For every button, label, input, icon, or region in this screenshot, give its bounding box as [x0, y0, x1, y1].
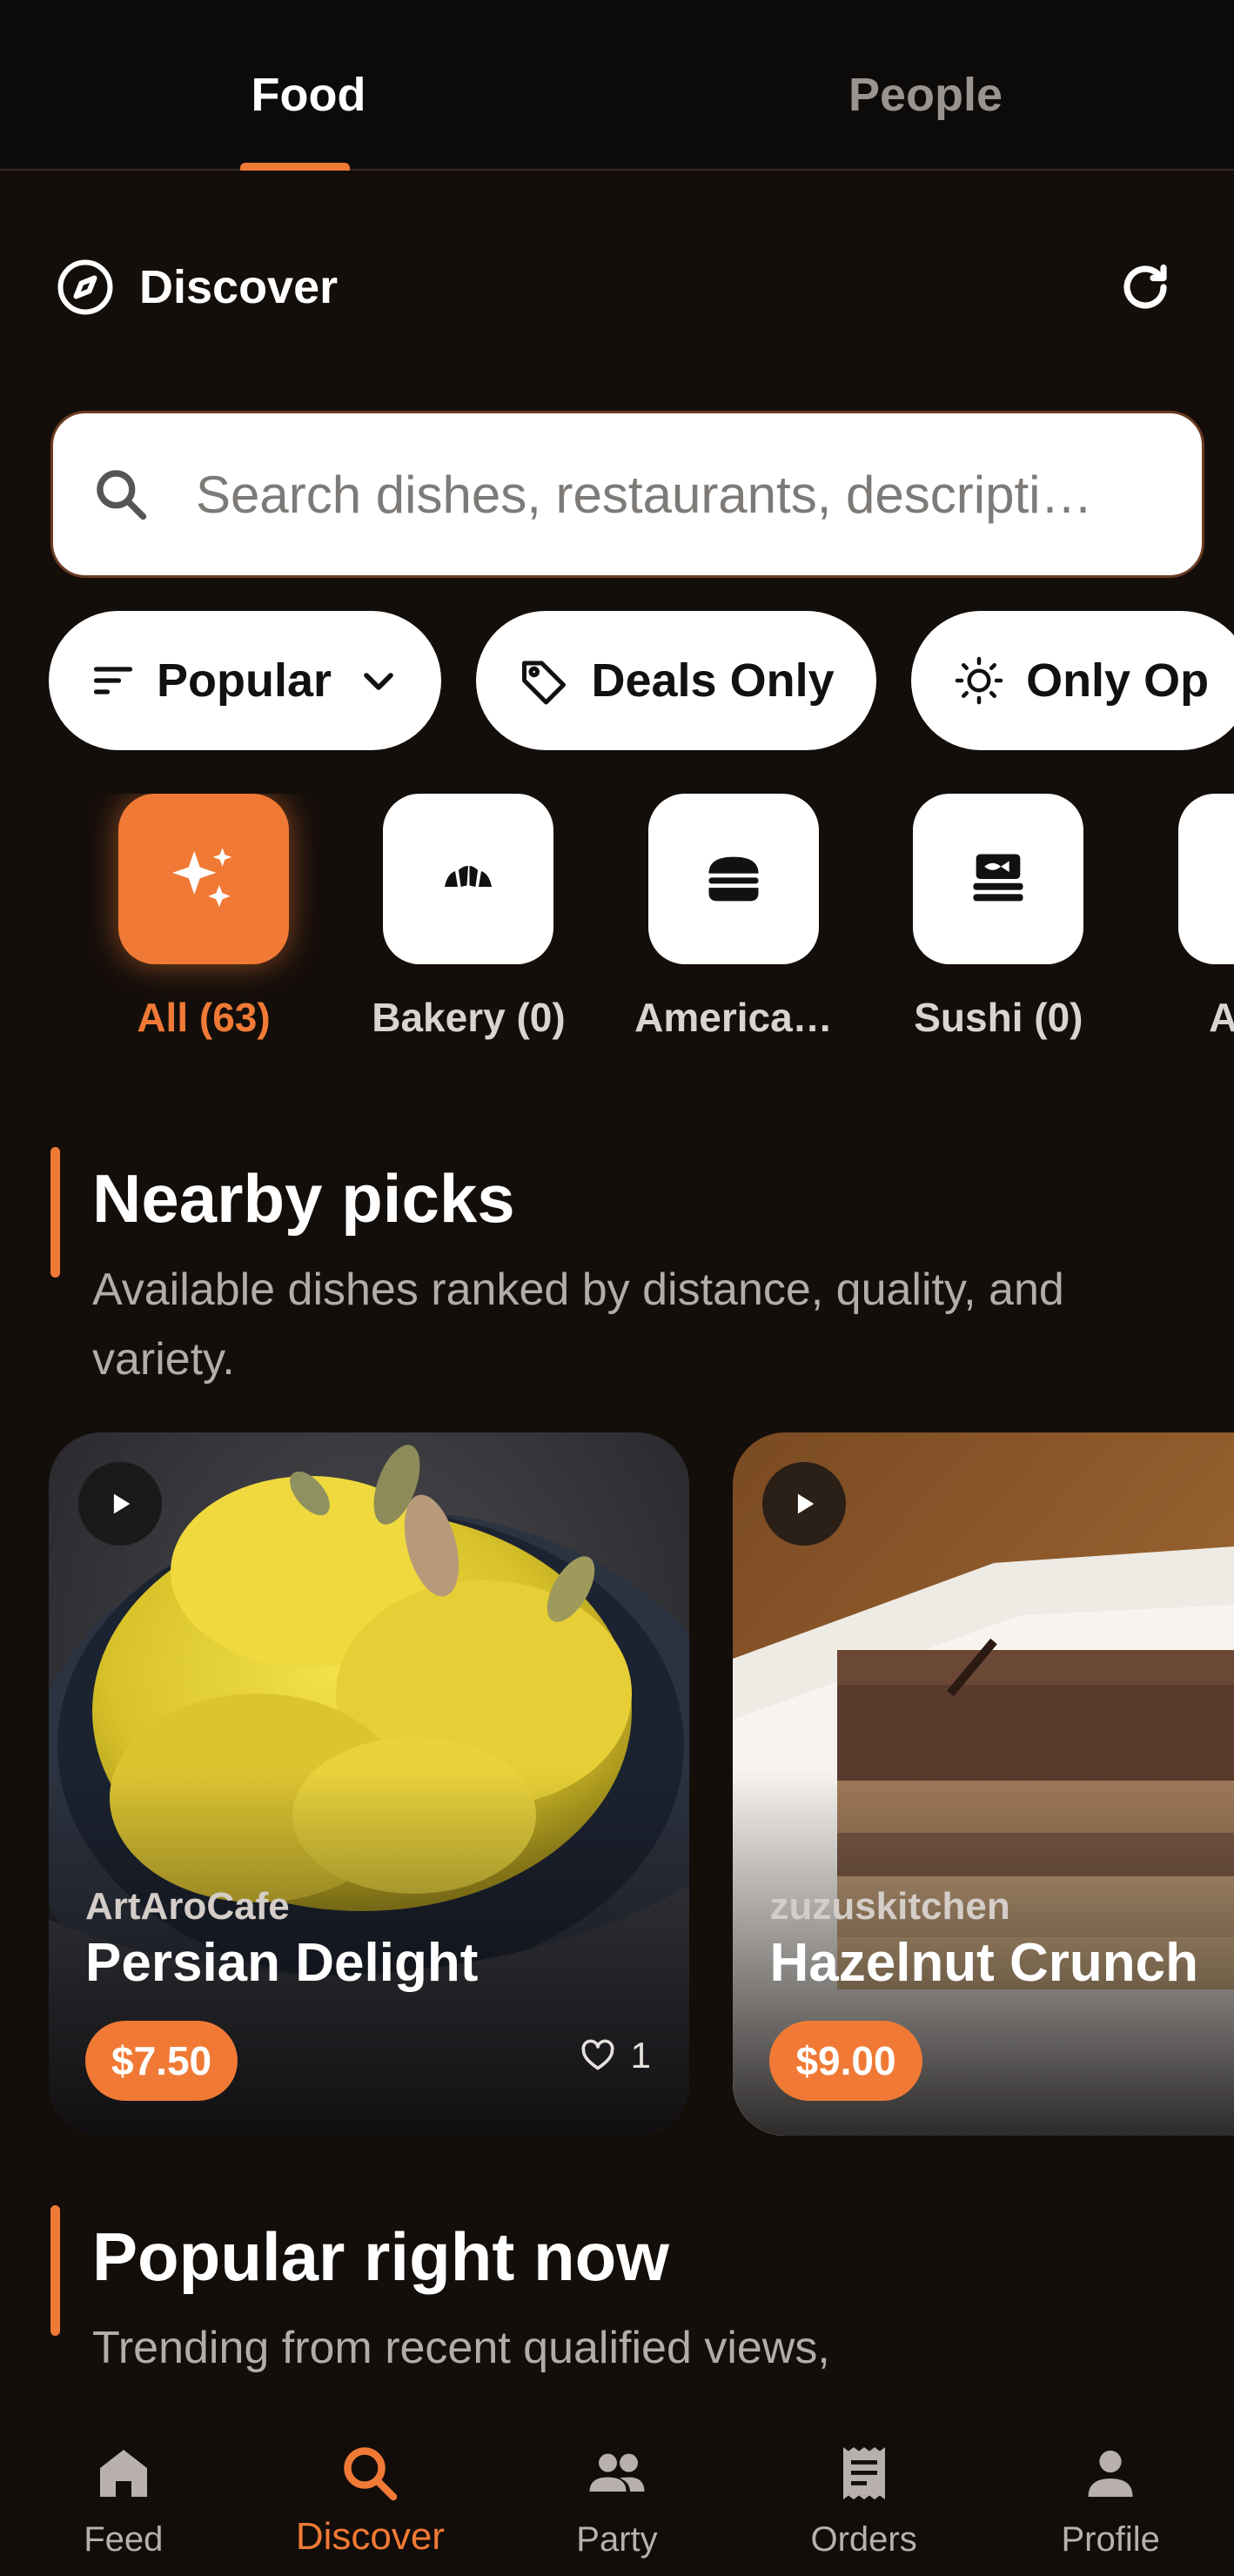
like-button[interactable]: 1 — [579, 2035, 651, 2076]
category-label: Bakery (0) — [372, 995, 566, 1040]
section-title: Popular right now — [92, 2218, 669, 2295]
deals-chip-label: Deals Only — [591, 654, 835, 707]
discover-title: Discover — [139, 261, 339, 313]
sort-chip-label: Popular — [157, 654, 332, 707]
category-label: America… — [634, 995, 833, 1040]
chevron-down-icon — [364, 673, 393, 690]
section-accent-bar — [50, 1147, 60, 1278]
active-tab-indicator — [239, 163, 350, 171]
like-count: 1 — [630, 2035, 651, 2076]
vendor-name: ArtAroCafe — [85, 1885, 290, 1928]
nav-party[interactable]: Party — [493, 2404, 741, 2576]
person-icon — [1088, 2450, 1133, 2497]
sushi-icon — [973, 854, 1023, 902]
section-subtitle: Available dishes ranked by distance, qua… — [92, 1265, 1064, 1385]
price-badge: $7.50 — [85, 2021, 238, 2101]
category-all[interactable]: All (63) — [73, 794, 334, 1041]
people-icon — [589, 2453, 645, 2492]
dish-card[interactable]: zuzuskitchen Hazelnut Crunch $9.00 — [733, 1432, 1234, 2136]
nav-label: Profile — [1061, 2520, 1160, 2559]
dish-name: Persian Delight — [85, 1933, 479, 1993]
section-title: Nearby picks — [92, 1160, 515, 1237]
home-icon — [99, 2450, 147, 2497]
nav-feed[interactable]: Feed — [0, 2404, 247, 2576]
nav-label: Orders — [810, 2520, 917, 2559]
vendor-name: zuzuskitchen — [769, 1885, 1010, 1928]
tab-food[interactable]: Food — [0, 0, 617, 171]
section-subtitle: Trending from recent qualified views, — [92, 2323, 830, 2373]
category-label: Asian — [1155, 994, 1234, 1041]
category-row: All (63) Bakery (0) America… Sushi (0) — [73, 794, 1234, 1055]
search-icon — [97, 470, 147, 520]
category-tile — [383, 794, 554, 964]
croissant-icon — [445, 866, 493, 887]
sun-icon — [955, 656, 1003, 705]
tab-people-label: People — [848, 69, 1003, 121]
category-sushi[interactable]: Sushi (0) — [868, 794, 1129, 1041]
category-tile — [118, 794, 289, 964]
search-input[interactable] — [196, 464, 1188, 525]
sparkles-icon — [172, 848, 232, 908]
section-accent-bar — [50, 2205, 60, 2336]
deals-only-chip[interactable]: Deals Only — [476, 611, 876, 750]
dish-name: Hazelnut Crunch — [769, 1933, 1199, 1993]
price-badge: $9.00 — [769, 2021, 922, 2101]
dish-card[interactable]: ArtAroCafe Persian Delight $7.50 1 — [49, 1432, 689, 2136]
refresh-icon[interactable] — [1114, 256, 1177, 319]
popular-section: Popular right now Trending from recent q… — [50, 2205, 1234, 2404]
search-icon — [344, 2447, 398, 2501]
tag-icon — [522, 661, 567, 705]
play-icon — [113, 1493, 131, 1514]
open-chip-label: Only Op — [1026, 654, 1210, 707]
compass-icon — [57, 259, 113, 315]
receipt-icon — [842, 2447, 885, 2499]
category-tile — [913, 794, 1084, 964]
category-tile — [1177, 794, 1234, 964]
only-open-chip[interactable]: Only Op — [911, 611, 1234, 750]
burger-icon — [708, 856, 759, 902]
category-bakery[interactable]: Bakery (0) — [338, 794, 599, 1041]
category-asian[interactable]: Asian — [1133, 794, 1234, 1041]
sort-popular-chip[interactable]: Popular — [49, 611, 442, 750]
play-icon — [798, 1493, 815, 1514]
play-button[interactable] — [762, 1462, 847, 1546]
nearby-picks-section: Nearby picks Available dishes ranked by … — [50, 1147, 1234, 1394]
nav-discover[interactable]: Discover — [247, 2404, 494, 2576]
top-tab-bar: Food People — [0, 0, 1234, 171]
nav-orders[interactable]: Orders — [741, 2404, 988, 2576]
nav-profile[interactable]: Profile — [987, 2404, 1234, 2576]
tab-food-label: Food — [251, 69, 366, 121]
category-tile — [647, 794, 819, 964]
search-bar[interactable] — [50, 411, 1204, 578]
nearby-cards-carousel: ArtAroCafe Persian Delight $7.50 1 zuzus… — [49, 1432, 1234, 2136]
nav-label: Party — [576, 2520, 658, 2559]
nav-label: Feed — [84, 2520, 164, 2559]
sort-icon — [93, 667, 133, 694]
noodle-bowl-icon — [1229, 844, 1234, 914]
category-american[interactable]: America… — [603, 794, 864, 1041]
tab-people[interactable]: People — [617, 0, 1234, 169]
nav-label: Discover — [295, 2515, 445, 2558]
heart-icon — [581, 2039, 614, 2070]
filter-chip-row: Popular Deals Only Only Op — [49, 611, 1234, 750]
bottom-navigation: Feed Discover Party Orders Profile — [0, 2404, 1234, 2576]
category-label: Sushi (0) — [914, 995, 1083, 1040]
discover-header: Discover — [54, 252, 1177, 322]
play-button[interactable] — [78, 1462, 162, 1546]
category-label: All (63) — [137, 995, 271, 1040]
